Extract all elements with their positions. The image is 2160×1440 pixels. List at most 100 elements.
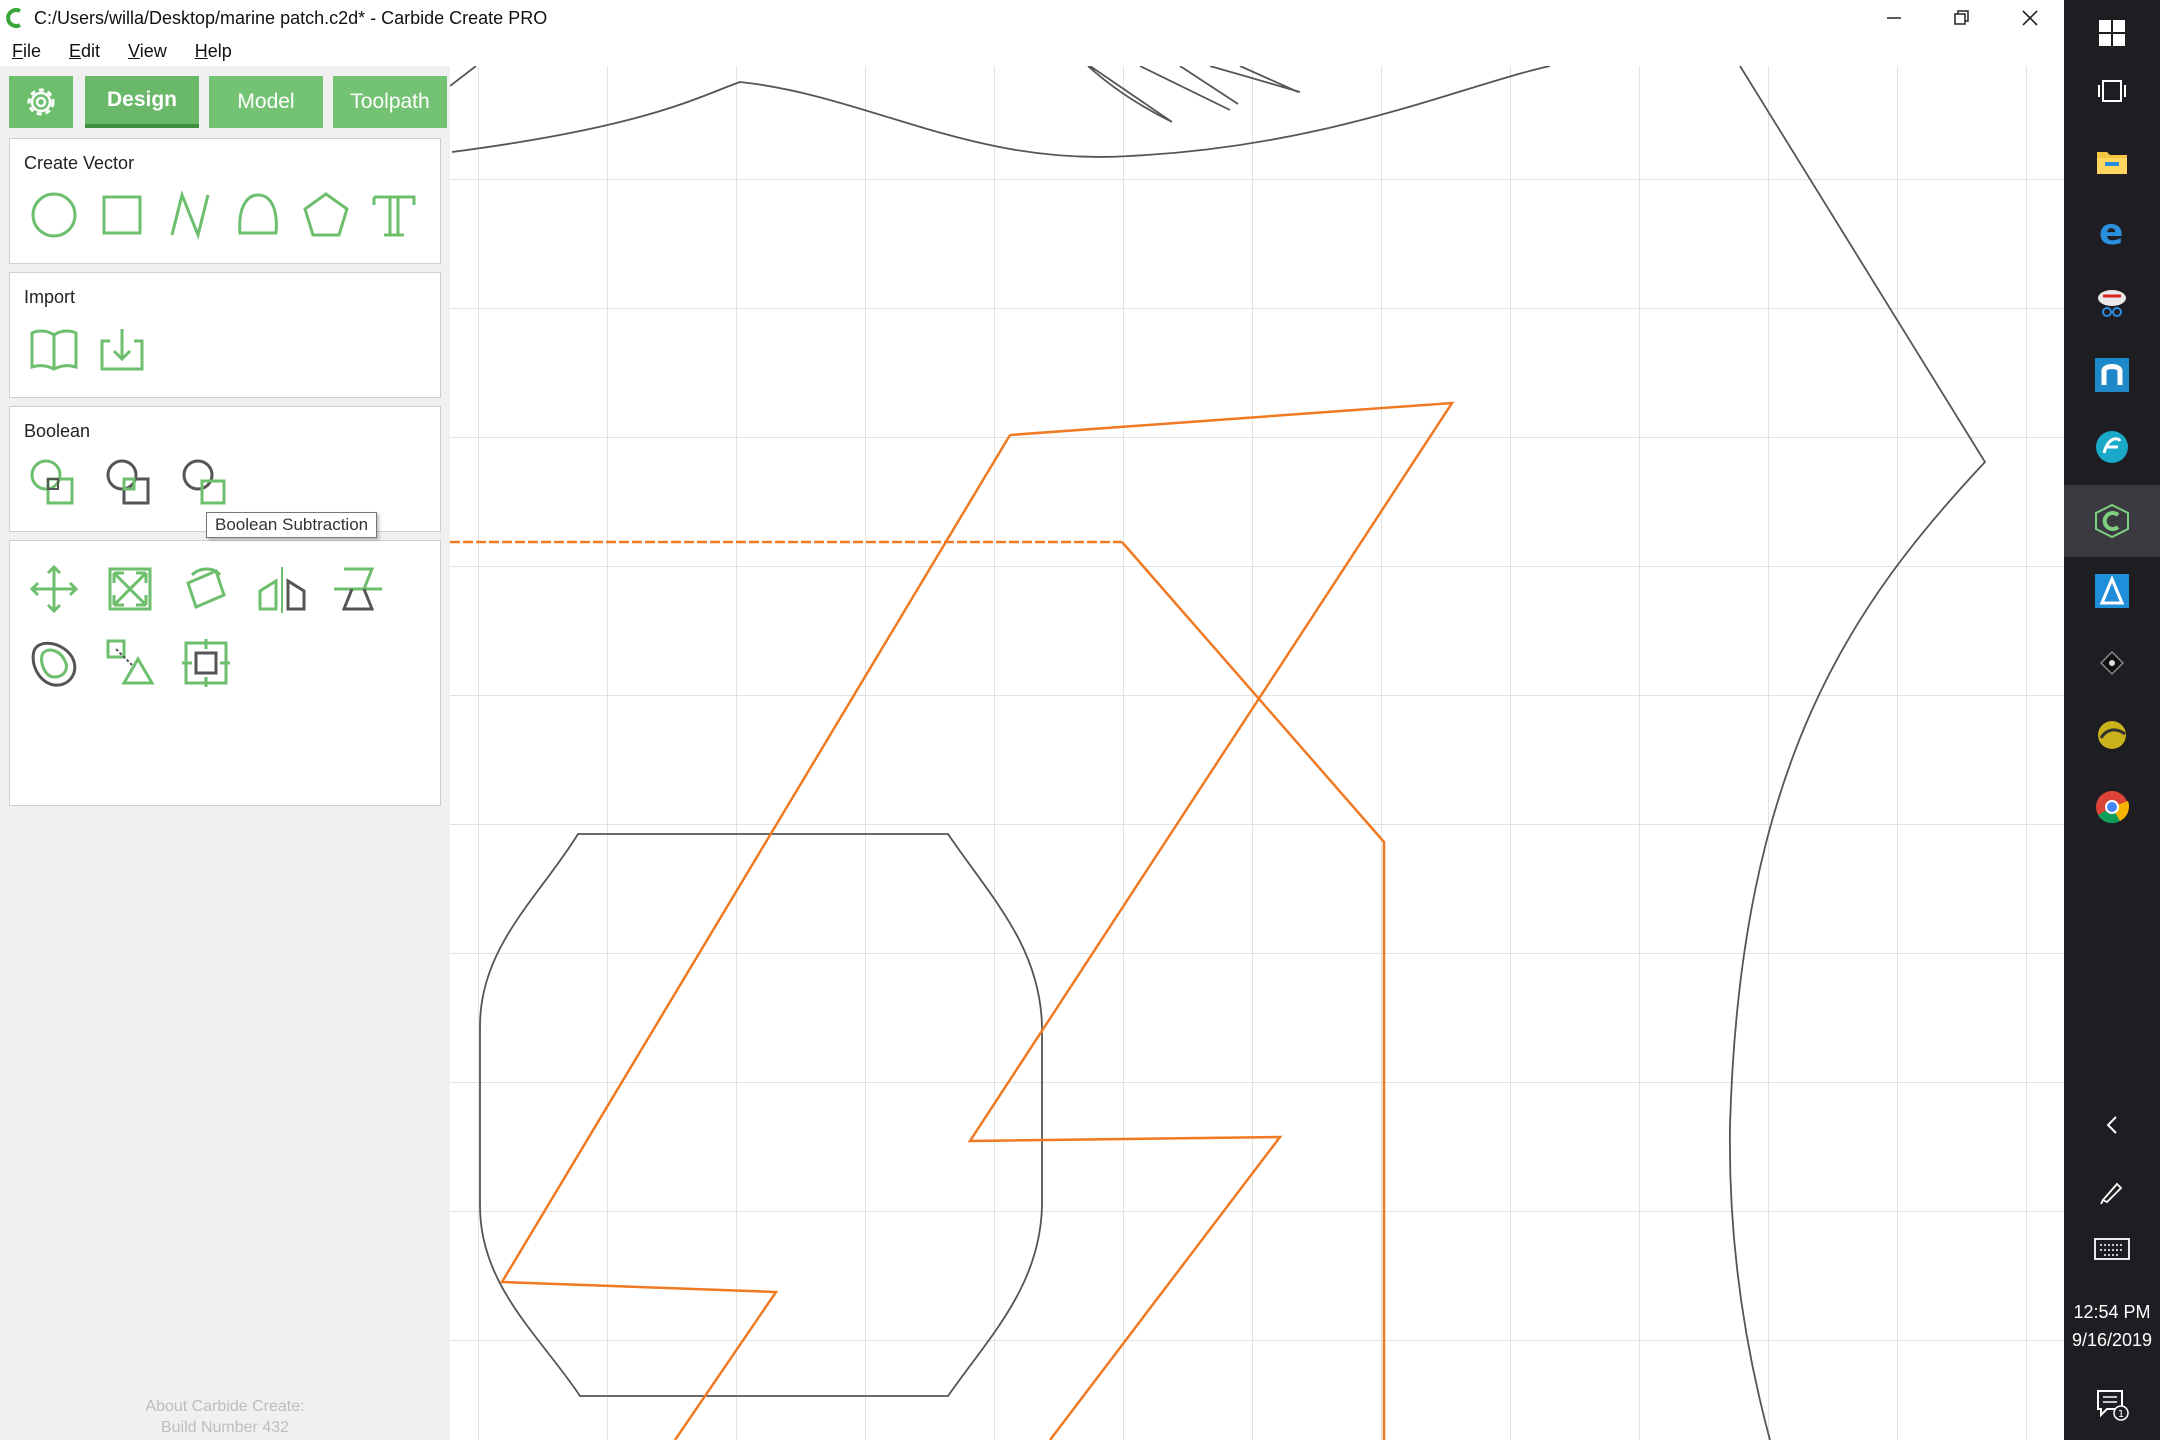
notification-count: 1 xyxy=(2118,1409,2124,1420)
rectangle-icon xyxy=(102,195,142,235)
start-button[interactable] xyxy=(2064,0,2160,66)
rotate-icon xyxy=(186,567,226,610)
pen-workspace-button[interactable] xyxy=(2064,1166,2160,1216)
taskbar-edge[interactable]: e xyxy=(2064,198,2160,264)
text-icon xyxy=(372,195,416,237)
design-canvas[interactable] xyxy=(450,66,2064,1440)
taskbar-onenote[interactable] xyxy=(2064,342,2160,408)
keyboard-icon xyxy=(2094,1238,2130,1260)
svg-text:e: e xyxy=(2099,214,2123,248)
align-icon xyxy=(334,567,382,611)
menu-file[interactable]: File xyxy=(12,41,41,62)
boolean-union-icon xyxy=(30,459,74,505)
taskbar-fusion[interactable] xyxy=(2064,414,2160,480)
task-view-icon xyxy=(2098,80,2126,102)
golden-ball-icon xyxy=(2098,721,2126,749)
tab-design[interactable]: Design xyxy=(85,76,199,128)
windows-taskbar: e 12:54 PM 9/16/2019 1 xyxy=(2064,0,2160,1440)
circle-tool-button[interactable] xyxy=(24,185,84,245)
menu-edit[interactable]: Edit xyxy=(69,41,100,62)
about-info[interactable]: About Carbide Create: Build Number 432 xyxy=(0,1396,450,1438)
text-tool-button[interactable] xyxy=(364,185,424,245)
minimize-button[interactable] xyxy=(1860,0,1928,36)
snipping-tool-icon xyxy=(2098,290,2126,317)
offset-tool-button[interactable] xyxy=(24,633,84,693)
menu-view[interactable]: View xyxy=(128,41,167,62)
restore-button[interactable] xyxy=(1928,0,1996,36)
boolean-subtraction-icon xyxy=(182,459,226,505)
taskbar-chrome[interactable] xyxy=(2064,774,2160,840)
import-section: Import xyxy=(9,272,441,398)
tab-toolpath[interactable]: Toolpath xyxy=(333,76,447,128)
diamond-app-icon xyxy=(2099,650,2125,676)
fit-to-stock-button[interactable] xyxy=(176,633,236,693)
title-bar: C:/Users/willa/Desktop/marine patch.c2d*… xyxy=(0,0,2064,36)
curve-tool-button[interactable] xyxy=(228,185,288,245)
mirror-tool-button[interactable] xyxy=(252,559,312,619)
window-title: C:/Users/willa/Desktop/marine patch.c2d*… xyxy=(34,7,548,28)
transform-section xyxy=(9,540,441,806)
mode-tabs: Design Model Toolpath xyxy=(9,76,457,128)
import-icon xyxy=(100,329,144,371)
boolean-intersection-icon xyxy=(106,459,150,505)
minimize-icon xyxy=(1887,17,1901,19)
affinity-icon xyxy=(2095,574,2129,608)
chevron-left-icon xyxy=(2106,1116,2117,1134)
create-vector-section: Create Vector xyxy=(9,138,441,264)
pen-icon xyxy=(2100,1182,2123,1204)
left-panel: Design Model Toolpath Create Vector Impo… xyxy=(0,66,450,1440)
menu-bar: File Edit View Help xyxy=(0,36,2064,66)
mirror-icon xyxy=(258,567,306,613)
polyline-tool-button[interactable] xyxy=(160,185,220,245)
chrome-icon xyxy=(2096,791,2130,824)
show-hidden-icons-button[interactable] xyxy=(2064,1100,2160,1150)
onenote-icon xyxy=(2095,358,2129,392)
folder-icon xyxy=(2097,152,2127,174)
carbide-create-icon xyxy=(2095,503,2129,539)
about-label: About Carbide Create: xyxy=(145,1398,305,1415)
open-library-button[interactable] xyxy=(24,319,84,379)
taskbar-carbide-create[interactable] xyxy=(2064,485,2160,557)
import-file-button[interactable] xyxy=(92,319,152,379)
tab-model[interactable]: Model xyxy=(209,76,323,128)
scale-icon xyxy=(108,567,152,611)
rotate-tool-button[interactable] xyxy=(176,559,236,619)
circle-icon xyxy=(31,192,77,238)
task-view-button[interactable] xyxy=(2064,58,2160,124)
action-center-button[interactable]: 1 xyxy=(2064,1374,2160,1434)
scale-tool-button[interactable] xyxy=(100,559,160,619)
settings-button[interactable] xyxy=(9,76,73,128)
boolean-intersection-button[interactable] xyxy=(100,453,160,513)
boolean-subtraction-button[interactable] xyxy=(176,453,236,513)
move-tool-button[interactable] xyxy=(24,559,84,619)
curve-icon xyxy=(238,193,278,235)
taskbar-snipping[interactable] xyxy=(2064,270,2160,336)
fit-bounds-icon xyxy=(182,639,230,687)
restore-icon xyxy=(1954,10,1969,25)
fusion-icon xyxy=(2096,431,2128,463)
rectangle-tool-button[interactable] xyxy=(92,185,152,245)
notification-icon: 1 xyxy=(2097,1390,2129,1421)
build-number: Build Number 432 xyxy=(160,1419,290,1436)
align-tool-button[interactable] xyxy=(328,559,388,619)
carbide-logo-icon xyxy=(6,8,21,28)
book-icon xyxy=(30,329,78,371)
menu-help[interactable]: Help xyxy=(195,41,232,62)
boolean-subtraction-tooltip: Boolean Subtraction xyxy=(206,512,378,538)
section-title-boolean: Boolean xyxy=(24,421,91,441)
move-arrows-icon xyxy=(29,564,79,614)
close-button[interactable] xyxy=(1996,0,2064,36)
polygon-tool-button[interactable] xyxy=(296,185,356,245)
taskbar-app-diamond[interactable] xyxy=(2064,630,2160,696)
canvas-drawing[interactable] xyxy=(450,66,2064,1440)
boolean-union-button[interactable] xyxy=(24,453,84,513)
touch-keyboard-button[interactable] xyxy=(2064,1224,2160,1274)
taskbar-app-ball[interactable] xyxy=(2064,702,2160,768)
section-title-import: Import xyxy=(24,287,76,307)
taskbar-affinity[interactable] xyxy=(2064,558,2160,624)
taskbar-file-explorer[interactable] xyxy=(2064,128,2160,194)
gear-icon xyxy=(27,88,55,116)
system-clock[interactable]: 12:54 PM 9/16/2019 xyxy=(2064,1298,2160,1354)
scale-triangle-tool-button[interactable] xyxy=(100,633,160,693)
clock-date: 9/16/2019 xyxy=(2071,1330,2153,1350)
